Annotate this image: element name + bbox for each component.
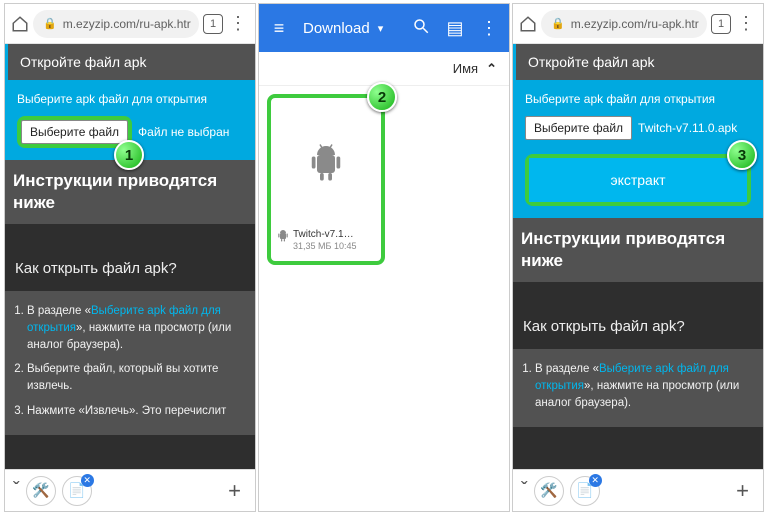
file-name: Twitch-v7.1…	[293, 228, 356, 241]
browser-toolbar: 🔒 m.ezyzip.com/ru-apk.htr 1 ⋮	[513, 4, 763, 44]
close-tab-icon[interactable]: ✕	[81, 474, 94, 487]
grid-view-icon[interactable]: ▤	[445, 18, 465, 39]
tab-count-button[interactable]: 1	[711, 14, 731, 34]
file-pick-section: Выберите apk файл для открытия Выберите …	[513, 80, 763, 218]
choose-file-button[interactable]: Выберите файл	[525, 116, 632, 140]
bottom-tab-bar: ˇ 🛠️ 📄✕ +	[5, 469, 255, 511]
chevron-down-icon[interactable]: ˇ	[521, 479, 528, 502]
new-tab-button[interactable]: +	[222, 478, 247, 504]
faq-heading: Как открыть файл apk?	[513, 306, 763, 349]
file-status-text: Файл не выбран	[138, 125, 229, 139]
overflow-menu-icon[interactable]: ⋮	[227, 13, 249, 34]
phone-panel-2: ≡ Download ▾ ▤ ⋮ Имя ⌃ 2	[258, 3, 510, 512]
file-pick-row: Выберите файл Twitch-v7.11.0.apk	[525, 116, 751, 140]
faq-steps: В разделе «Выберите apk файл для открыти…	[513, 349, 763, 427]
file-pick-label: Выберите apk файл для открытия	[17, 92, 243, 106]
new-tab-button[interactable]: +	[730, 478, 755, 504]
page-content: Откройте файл apk Выберите apk файл для …	[5, 44, 255, 511]
highlight-1: Выберите файл 1	[17, 116, 132, 148]
faq-step-3: Нажмите «Извлечь». Это перечислит	[27, 403, 245, 420]
faq-heading: Как открыть файл apk?	[5, 248, 255, 291]
lock-icon: 🔒	[551, 17, 565, 30]
phone-panel-1: 🔒 m.ezyzip.com/ru-apk.htr 1 ⋮ Откройте ф…	[4, 3, 256, 512]
tab-bubble-tools[interactable]: 🛠️	[534, 476, 564, 506]
file-size-time: 31,35 МБ 10:45	[293, 241, 356, 253]
page-content: Откройте файл apk Выберите apk файл для …	[513, 44, 763, 511]
menu-icon[interactable]: ≡	[269, 18, 289, 39]
close-tab-icon[interactable]: ✕	[589, 474, 602, 487]
file-tile-meta[interactable]: Twitch-v7.1… 31,35 МБ 10:45	[275, 224, 377, 257]
url-text: m.ezyzip.com/ru-apk.htr	[571, 17, 699, 31]
tab-bubble-file[interactable]: 📄✕	[570, 476, 600, 506]
bottom-tab-bar: ˇ 🛠️ 📄✕ +	[513, 469, 763, 511]
phone-panel-3: 🔒 m.ezyzip.com/ru-apk.htr 1 ⋮ Откройте ф…	[512, 3, 764, 512]
callout-1: 1	[114, 140, 144, 170]
home-icon[interactable]	[519, 15, 537, 33]
sort-label: Имя	[453, 61, 478, 76]
filepicker-toolbar: ≡ Download ▾ ▤ ⋮	[259, 4, 509, 52]
tab-bubble-file[interactable]: 📄✕	[62, 476, 92, 506]
page-title: Откройте файл apk	[513, 44, 763, 80]
overflow-menu-icon[interactable]: ⋮	[479, 18, 499, 39]
spacer	[513, 282, 763, 306]
file-status-text: Twitch-v7.11.0.apk	[638, 121, 737, 135]
filepicker-body: 2 T	[259, 86, 509, 511]
overflow-menu-icon[interactable]: ⋮	[735, 13, 757, 34]
tab-count-button[interactable]: 1	[203, 14, 223, 34]
chevron-up-icon: ⌃	[486, 61, 497, 77]
url-bar[interactable]: 🔒 m.ezyzip.com/ru-apk.htr	[33, 10, 199, 38]
chevron-down-icon[interactable]: ˇ	[13, 479, 20, 502]
highlight-2: 2 T	[267, 94, 385, 265]
instructions-heading: Инструкции приводятся ниже	[513, 218, 763, 282]
extract-button[interactable]: экстракт	[529, 158, 747, 202]
url-bar[interactable]: 🔒 m.ezyzip.com/ru-apk.htr	[541, 10, 707, 38]
search-icon[interactable]	[411, 17, 431, 40]
file-pick-row: Выберите файл 1 Файл не выбран	[17, 116, 243, 148]
callout-3: 3	[727, 140, 757, 170]
highlight-3: экстракт 3	[525, 154, 751, 206]
choose-file-button[interactable]: Выберите файл	[21, 120, 128, 144]
filepicker-title[interactable]: Download ▾	[303, 20, 397, 37]
browser-toolbar: 🔒 m.ezyzip.com/ru-apk.htr 1 ⋮	[5, 4, 255, 44]
spacer	[5, 224, 255, 248]
file-tile-thumbnail[interactable]	[275, 104, 377, 224]
page-title: Откройте файл apk	[5, 44, 255, 80]
sort-bar[interactable]: Имя ⌃	[259, 52, 509, 86]
callout-2: 2	[367, 82, 397, 112]
chevron-down-icon: ▾	[378, 22, 384, 35]
faq-step-1: В разделе «Выберите apk файл для открыти…	[535, 361, 753, 411]
android-icon	[308, 143, 344, 185]
file-pick-section: Выберите apk файл для открытия Выберите …	[5, 80, 255, 160]
faq-steps: В разделе «Выберите apk файл для открыти…	[5, 291, 255, 435]
faq-step-2: Выберите файл, который вы хотите извлечь…	[27, 361, 245, 394]
faq-step-1: В разделе «Выберите apk файл для открыти…	[27, 303, 245, 353]
android-icon-small	[277, 229, 289, 243]
url-text: m.ezyzip.com/ru-apk.htr	[63, 17, 191, 31]
home-icon[interactable]	[11, 15, 29, 33]
tab-bubble-tools[interactable]: 🛠️	[26, 476, 56, 506]
file-pick-label: Выберите apk файл для открытия	[525, 92, 751, 106]
lock-icon: 🔒	[43, 17, 57, 30]
